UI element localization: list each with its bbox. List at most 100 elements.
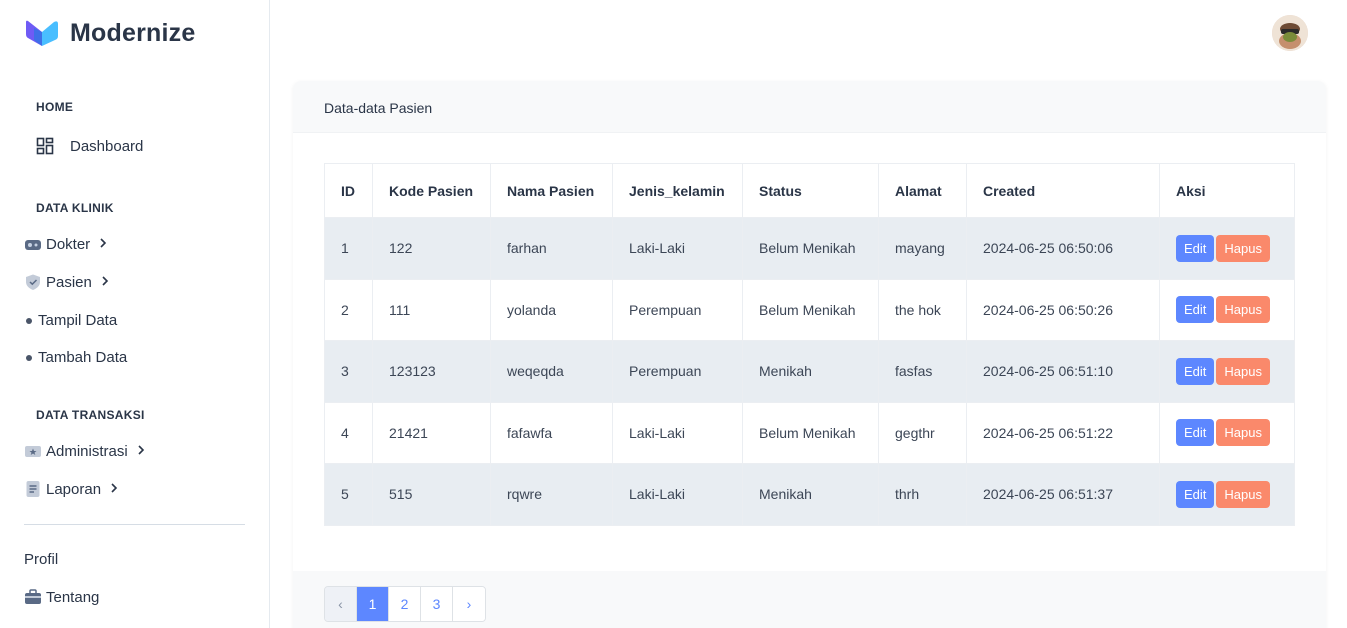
- cell-aksi: Edit Hapus: [1159, 278, 1295, 341]
- sidebar-item-laporan[interactable]: Laporan: [24, 480, 119, 498]
- chevron-right-icon: [109, 481, 119, 497]
- sidebar-item-label: Administrasi: [46, 442, 128, 460]
- modernize-logo-icon: [24, 18, 60, 48]
- sidebar-item-label: Tambah Data: [38, 349, 128, 366]
- shield-check-icon: [24, 273, 42, 291]
- section-data-transaksi: DATA TRANSAKSI: [36, 408, 145, 422]
- app-root: Modernize HOME Dashboard DATA KLINIK Dok…: [0, 0, 1347, 628]
- cell-created: 2024-06-25 06:51:22: [966, 401, 1160, 464]
- cell-aksi: Edit Hapus: [1159, 217, 1295, 280]
- hapus-button[interactable]: Hapus: [1216, 480, 1270, 508]
- cell-status: Menikah: [742, 340, 879, 403]
- cell-nama: yolanda: [490, 278, 613, 341]
- sidebar-item-profil[interactable]: Profil: [24, 551, 58, 568]
- sidebar-item-dokter[interactable]: Dokter: [24, 235, 108, 253]
- chevron-right-icon: [100, 274, 110, 290]
- patients-table: ID Kode Pasien Nama Pasien Jenis_kelamin…: [324, 163, 1295, 526]
- cell-id: 3: [324, 340, 373, 403]
- sidebar-item-administrasi[interactable]: Administrasi: [24, 442, 146, 460]
- cell-kode: 21421: [372, 401, 491, 464]
- edit-button[interactable]: Edit: [1176, 357, 1215, 385]
- cell-jenis-kelamin: Perempuan: [612, 340, 743, 403]
- column-header-jenis-kelamin: Jenis_kelamin: [612, 163, 743, 218]
- cell-id: 4: [324, 401, 373, 464]
- pagination-page-1[interactable]: 1: [357, 587, 389, 621]
- sidebar: Modernize HOME Dashboard DATA KLINIK Dok…: [0, 0, 270, 628]
- column-header-created: Created: [966, 163, 1160, 218]
- cell-nama: weqeqda: [490, 340, 613, 403]
- cell-kode: 111: [372, 278, 491, 341]
- brand-name: Modernize: [70, 18, 196, 47]
- table-row: 4 21421 fafawfa Laki-Laki Belum Menikah …: [324, 401, 1295, 464]
- sidebar-item-label: Pasien: [46, 273, 92, 291]
- sidebar-item-label: Tentang: [46, 588, 100, 606]
- cell-alamat: gegthr: [878, 401, 967, 464]
- pagination-page-2[interactable]: 2: [389, 587, 421, 621]
- chevron-right-icon: [136, 443, 146, 459]
- cell-status: Belum Menikah: [742, 401, 879, 464]
- sidebar-item-tampil-data[interactable]: Tampil Data: [26, 312, 117, 329]
- cell-nama: farhan: [490, 217, 613, 280]
- sidebar-item-label: Laporan: [46, 480, 102, 498]
- sidebar-item-label: Tampil Data: [38, 312, 118, 329]
- cell-nama: rqwre: [490, 463, 613, 526]
- column-header-status: Status: [742, 163, 879, 218]
- sidebar-item-label: Dashboard: [70, 137, 144, 155]
- doctor-icon: [24, 235, 42, 253]
- chevron-right-icon: [98, 236, 108, 252]
- pagination-next-button[interactable]: ›: [453, 587, 485, 621]
- hapus-button[interactable]: Hapus: [1216, 234, 1270, 262]
- brand[interactable]: Modernize: [24, 18, 195, 48]
- hapus-button[interactable]: Hapus: [1216, 419, 1270, 447]
- user-avatar[interactable]: [1272, 15, 1308, 51]
- pagination-prev-button[interactable]: ‹: [325, 587, 357, 621]
- hapus-button[interactable]: Hapus: [1216, 296, 1270, 324]
- pagination-page-3[interactable]: 3: [421, 587, 453, 621]
- cell-jenis-kelamin: Laki-Laki: [612, 217, 743, 280]
- card-title: Data-data Pasien: [324, 100, 433, 116]
- cell-created: 2024-06-25 06:50:06: [966, 217, 1160, 280]
- edit-button[interactable]: Edit: [1176, 296, 1215, 324]
- cell-aksi: Edit Hapus: [1159, 463, 1295, 526]
- cell-kode: 515: [372, 463, 491, 526]
- cell-nama: fafawfa: [490, 401, 613, 464]
- cell-jenis-kelamin: Perempuan: [612, 278, 743, 341]
- sidebar-item-tentang[interactable]: Tentang: [24, 588, 99, 606]
- cell-alamat: mayang: [878, 217, 967, 280]
- column-header-kode-pasien: Kode Pasien: [372, 163, 491, 218]
- table-row: 2 111 yolanda Perempuan Belum Menikah th…: [324, 278, 1295, 341]
- dashboard-icon: [36, 137, 54, 155]
- cell-aksi: Edit Hapus: [1159, 340, 1295, 403]
- section-home: HOME: [36, 100, 74, 114]
- admin-card-icon: [24, 442, 42, 460]
- cell-jenis-kelamin: Laki-Laki: [612, 463, 743, 526]
- sidebar-item-label: Profil: [24, 551, 59, 568]
- sidebar-item-pasien[interactable]: Pasien: [24, 273, 110, 291]
- cell-created: 2024-06-25 06:50:26: [966, 278, 1160, 341]
- edit-button[interactable]: Edit: [1176, 234, 1215, 262]
- briefcase-icon: [24, 588, 42, 606]
- cell-status: Menikah: [742, 463, 879, 526]
- cell-status: Belum Menikah: [742, 278, 879, 341]
- cell-status: Belum Menikah: [742, 217, 879, 280]
- cell-id: 1: [324, 217, 373, 280]
- cell-kode: 122: [372, 217, 491, 280]
- sidebar-item-dashboard[interactable]: Dashboard: [36, 137, 143, 155]
- cell-id: 5: [324, 463, 373, 526]
- bullet-icon: [26, 317, 32, 324]
- edit-button[interactable]: Edit: [1176, 419, 1215, 447]
- column-header-id: ID: [324, 163, 373, 218]
- sidebar-item-tambah-data[interactable]: Tambah Data: [26, 349, 127, 366]
- cell-jenis-kelamin: Laki-Laki: [612, 401, 743, 464]
- table-row: 3 123123 weqeqda Perempuan Menikah fasfa…: [324, 340, 1295, 403]
- cell-aksi: Edit Hapus: [1159, 401, 1295, 464]
- cell-kode: 123123: [372, 340, 491, 403]
- bullet-icon: [26, 354, 32, 361]
- cell-created: 2024-06-25 06:51:10: [966, 340, 1160, 403]
- cell-alamat: thrh: [878, 463, 967, 526]
- hapus-button[interactable]: Hapus: [1216, 357, 1270, 385]
- cell-created: 2024-06-25 06:51:37: [966, 463, 1160, 526]
- edit-button[interactable]: Edit: [1176, 480, 1215, 508]
- patients-card: Data-data Pasien ID Kode Pasien Nama Pas…: [293, 81, 1326, 628]
- column-header-aksi: Aksi: [1159, 163, 1295, 218]
